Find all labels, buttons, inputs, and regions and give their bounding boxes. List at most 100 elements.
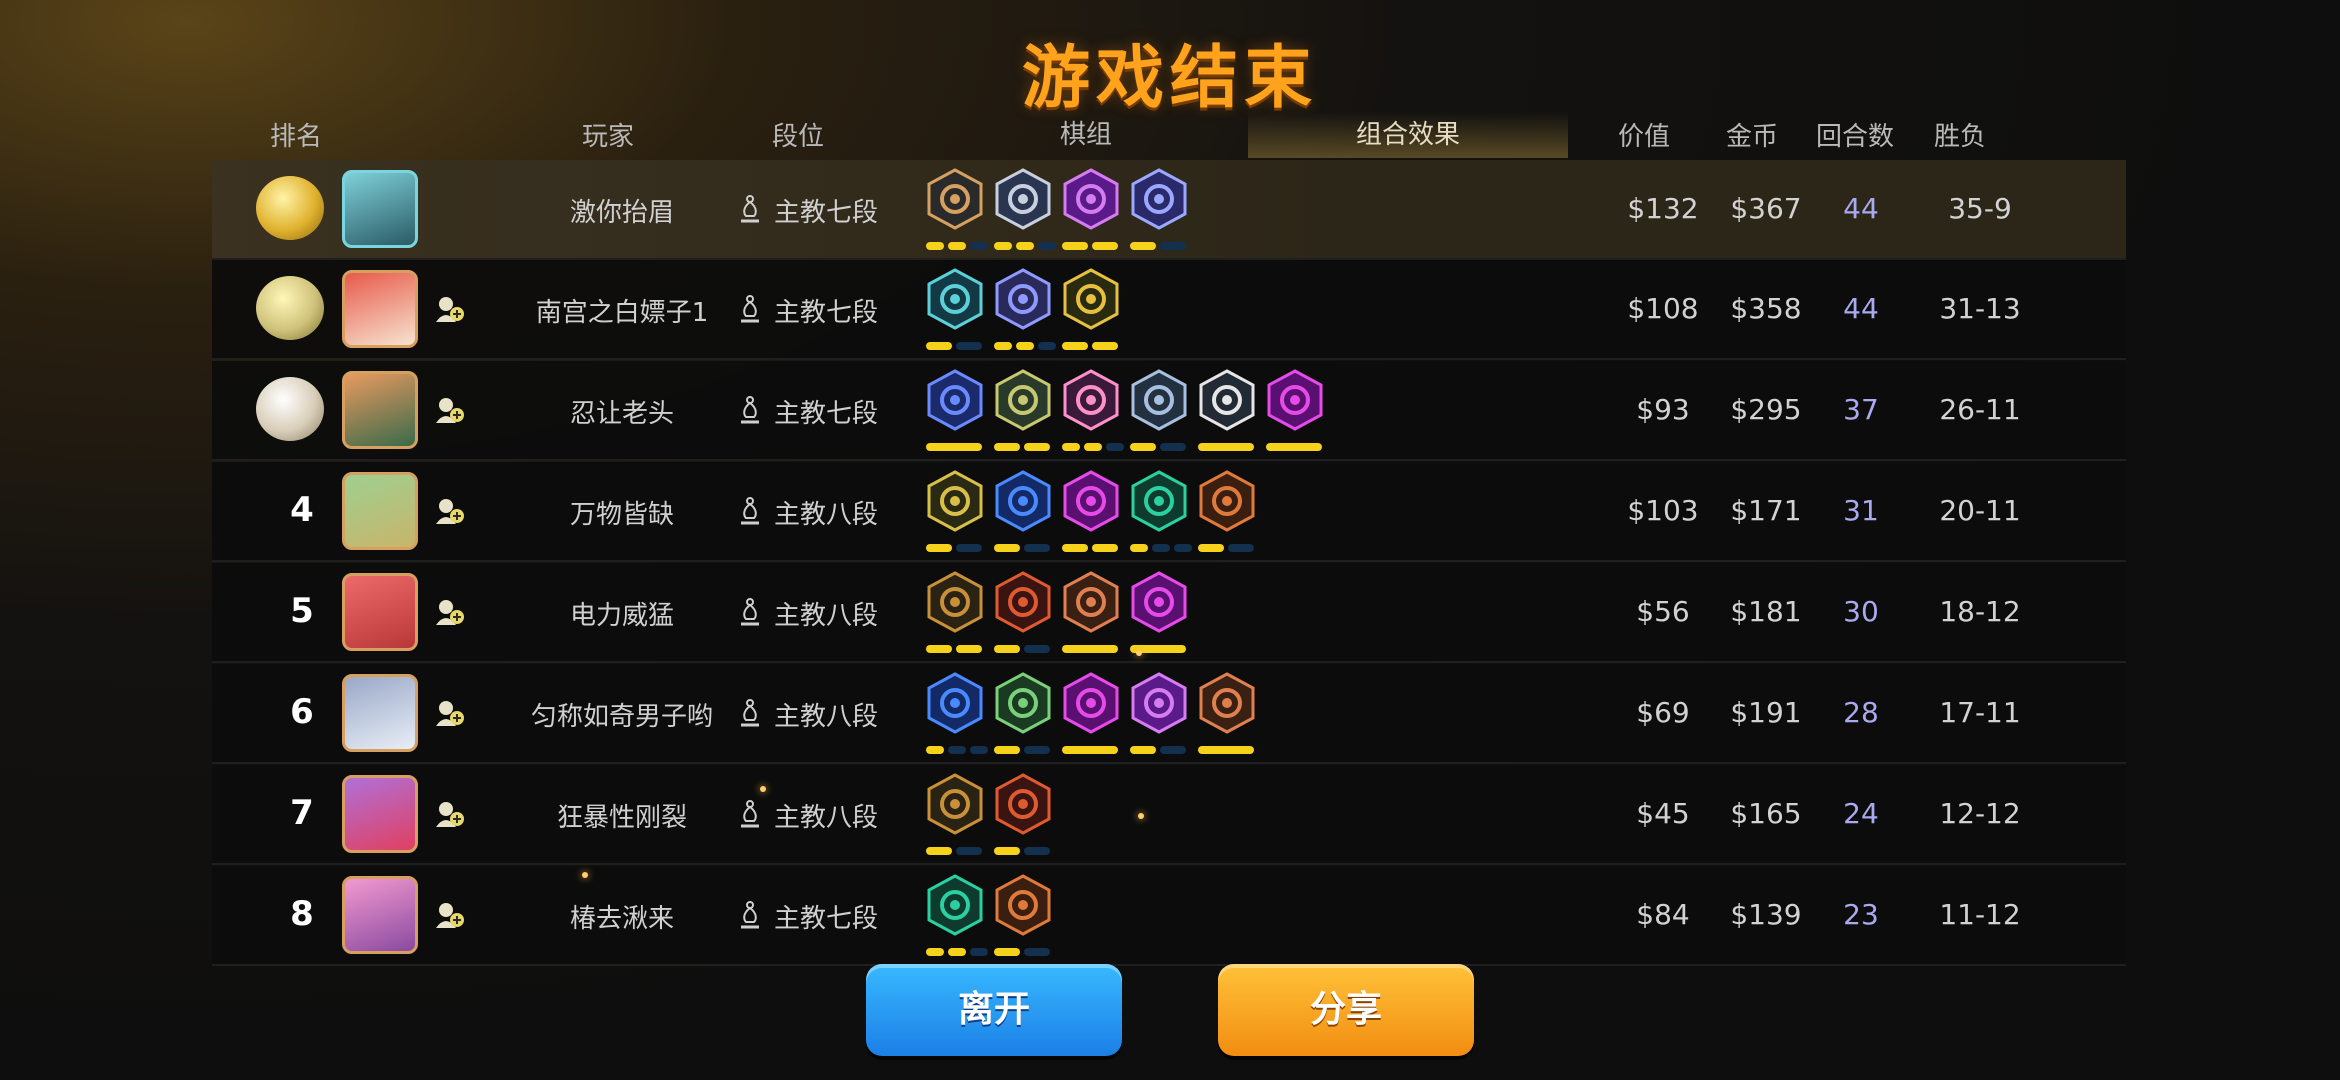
progress-segment-empty: [1228, 544, 1254, 552]
feather-icon[interactable]: [926, 672, 984, 734]
progress-segment-empty: [1106, 443, 1124, 451]
board-value: $69: [1636, 696, 1690, 729]
header-value: 价值: [1618, 122, 1671, 152]
player-avatar[interactable]: [342, 371, 418, 449]
book-icon[interactable]: [994, 268, 1052, 330]
add-friend-icon[interactable]: [434, 698, 464, 728]
player-avatar[interactable]: [342, 270, 418, 348]
player-name[interactable]: 忍让老头: [502, 393, 742, 430]
bronze-medal-icon: [256, 377, 324, 441]
player-name[interactable]: 狂暴性刚裂: [502, 797, 742, 834]
header-player: 玩家: [582, 122, 635, 152]
progress-segment-filled: [1016, 342, 1034, 350]
player-avatar[interactable]: [342, 573, 418, 651]
leaf-icon[interactable]: [1198, 470, 1256, 532]
ghost-icon[interactable]: [926, 268, 984, 330]
progress-segment-filled: [1062, 645, 1118, 653]
gold-medal-icon: [256, 176, 324, 240]
devil-icon[interactable]: [1130, 571, 1188, 633]
board-value: $108: [1627, 292, 1699, 325]
player-name[interactable]: 万物皆缺: [502, 494, 742, 531]
progress-segment-empty: [1160, 746, 1186, 754]
progress-segment-filled: [926, 342, 952, 350]
add-friend-icon[interactable]: [434, 900, 464, 930]
gold-amount: $367: [1730, 192, 1802, 225]
silver-medal-icon: [256, 276, 324, 340]
player-avatar[interactable]: [342, 674, 418, 752]
progress-segment-empty: [1024, 645, 1050, 653]
player-name[interactable]: 椿去湫来: [502, 898, 742, 935]
share-button[interactable]: 分享: [1218, 964, 1474, 1056]
rounds-count: 24: [1843, 797, 1879, 830]
progress-segment-empty: [1038, 342, 1056, 350]
leaf-icon[interactable]: [994, 874, 1052, 936]
progress-segment-filled: [1016, 242, 1034, 250]
add-friend-icon[interactable]: [434, 597, 464, 627]
knight-icon[interactable]: [1062, 369, 1120, 431]
win-loss-record: 31-13: [1939, 292, 2021, 325]
ring-icon[interactable]: [1062, 268, 1120, 330]
bow-icon[interactable]: [994, 672, 1052, 734]
paw-icon[interactable]: [926, 874, 984, 936]
demon-icon[interactable]: [1130, 672, 1188, 734]
axe-icon[interactable]: [926, 168, 984, 230]
demon-icon[interactable]: [1062, 168, 1120, 230]
progress-segment-filled: [1092, 342, 1118, 350]
progress-segment-filled: [994, 544, 1020, 552]
progress-segment-filled: [994, 342, 1012, 350]
player-avatar[interactable]: [342, 775, 418, 853]
turtle-icon[interactable]: [994, 369, 1052, 431]
progress-segment-filled: [1198, 746, 1254, 754]
leave-button[interactable]: 离开: [866, 964, 1122, 1056]
progress-segment-empty: [1024, 847, 1050, 855]
add-friend-icon[interactable]: [434, 496, 464, 526]
gear-icon[interactable]: [926, 773, 984, 835]
player-name[interactable]: 匀称如奇男子哟: [502, 696, 742, 733]
progress-segment-filled: [926, 847, 952, 855]
progress-segment-filled: [1130, 443, 1156, 451]
player-tier: 主教八段: [774, 803, 879, 833]
devil-icon[interactable]: [1062, 672, 1120, 734]
paw-icon[interactable]: [1130, 470, 1188, 532]
ice-icon[interactable]: [926, 369, 984, 431]
add-friend-icon[interactable]: [434, 395, 464, 425]
progress-segment-empty: [1160, 443, 1186, 451]
table-row: 7 狂暴性刚裂 主教八段 $45 $165 24 12-12: [212, 765, 2126, 865]
feather-icon[interactable]: [994, 470, 1052, 532]
bull-icon[interactable]: [994, 773, 1052, 835]
helmet-icon[interactable]: [994, 168, 1052, 230]
tab-combo[interactable]: 组合效果: [1356, 114, 1460, 151]
add-friend-icon[interactable]: [434, 799, 464, 829]
cross-icon[interactable]: [1198, 369, 1256, 431]
board-value: $103: [1627, 494, 1699, 527]
orbs-icon[interactable]: [1130, 369, 1188, 431]
bishop-icon: [736, 900, 764, 930]
progress-segment-filled: [1062, 443, 1080, 451]
gold-amount: $171: [1730, 494, 1802, 527]
player-avatar[interactable]: [342, 876, 418, 954]
bishop-icon: [736, 496, 764, 526]
player-name[interactable]: 电力威猛: [502, 595, 742, 632]
fishbone-icon[interactable]: [1130, 168, 1188, 230]
rounds-count: 31: [1843, 494, 1879, 527]
player-avatar[interactable]: [342, 472, 418, 550]
gear-icon[interactable]: [926, 571, 984, 633]
bull-icon[interactable]: [994, 571, 1052, 633]
viking-icon[interactable]: [1062, 571, 1120, 633]
player-avatar[interactable]: [342, 170, 418, 248]
player-name[interactable]: 激你抬眉: [502, 192, 742, 229]
bishop-icon: [736, 395, 764, 425]
add-friend-icon[interactable]: [434, 294, 464, 324]
devil-icon[interactable]: [1062, 470, 1120, 532]
progress-segment-filled: [994, 242, 1012, 250]
sparkle: [1136, 650, 1142, 656]
tab-group[interactable]: 棋组: [1060, 114, 1112, 151]
progress-segment-empty: [970, 746, 988, 754]
viking-icon[interactable]: [1198, 672, 1256, 734]
header-tier: 段位: [772, 122, 825, 152]
player-name[interactable]: 南宫之白嫖子1: [502, 292, 742, 329]
claw-icon[interactable]: [926, 470, 984, 532]
rounds-count: 30: [1843, 595, 1879, 628]
rank-number: 6: [290, 692, 314, 732]
devil-icon[interactable]: [1266, 369, 1324, 431]
